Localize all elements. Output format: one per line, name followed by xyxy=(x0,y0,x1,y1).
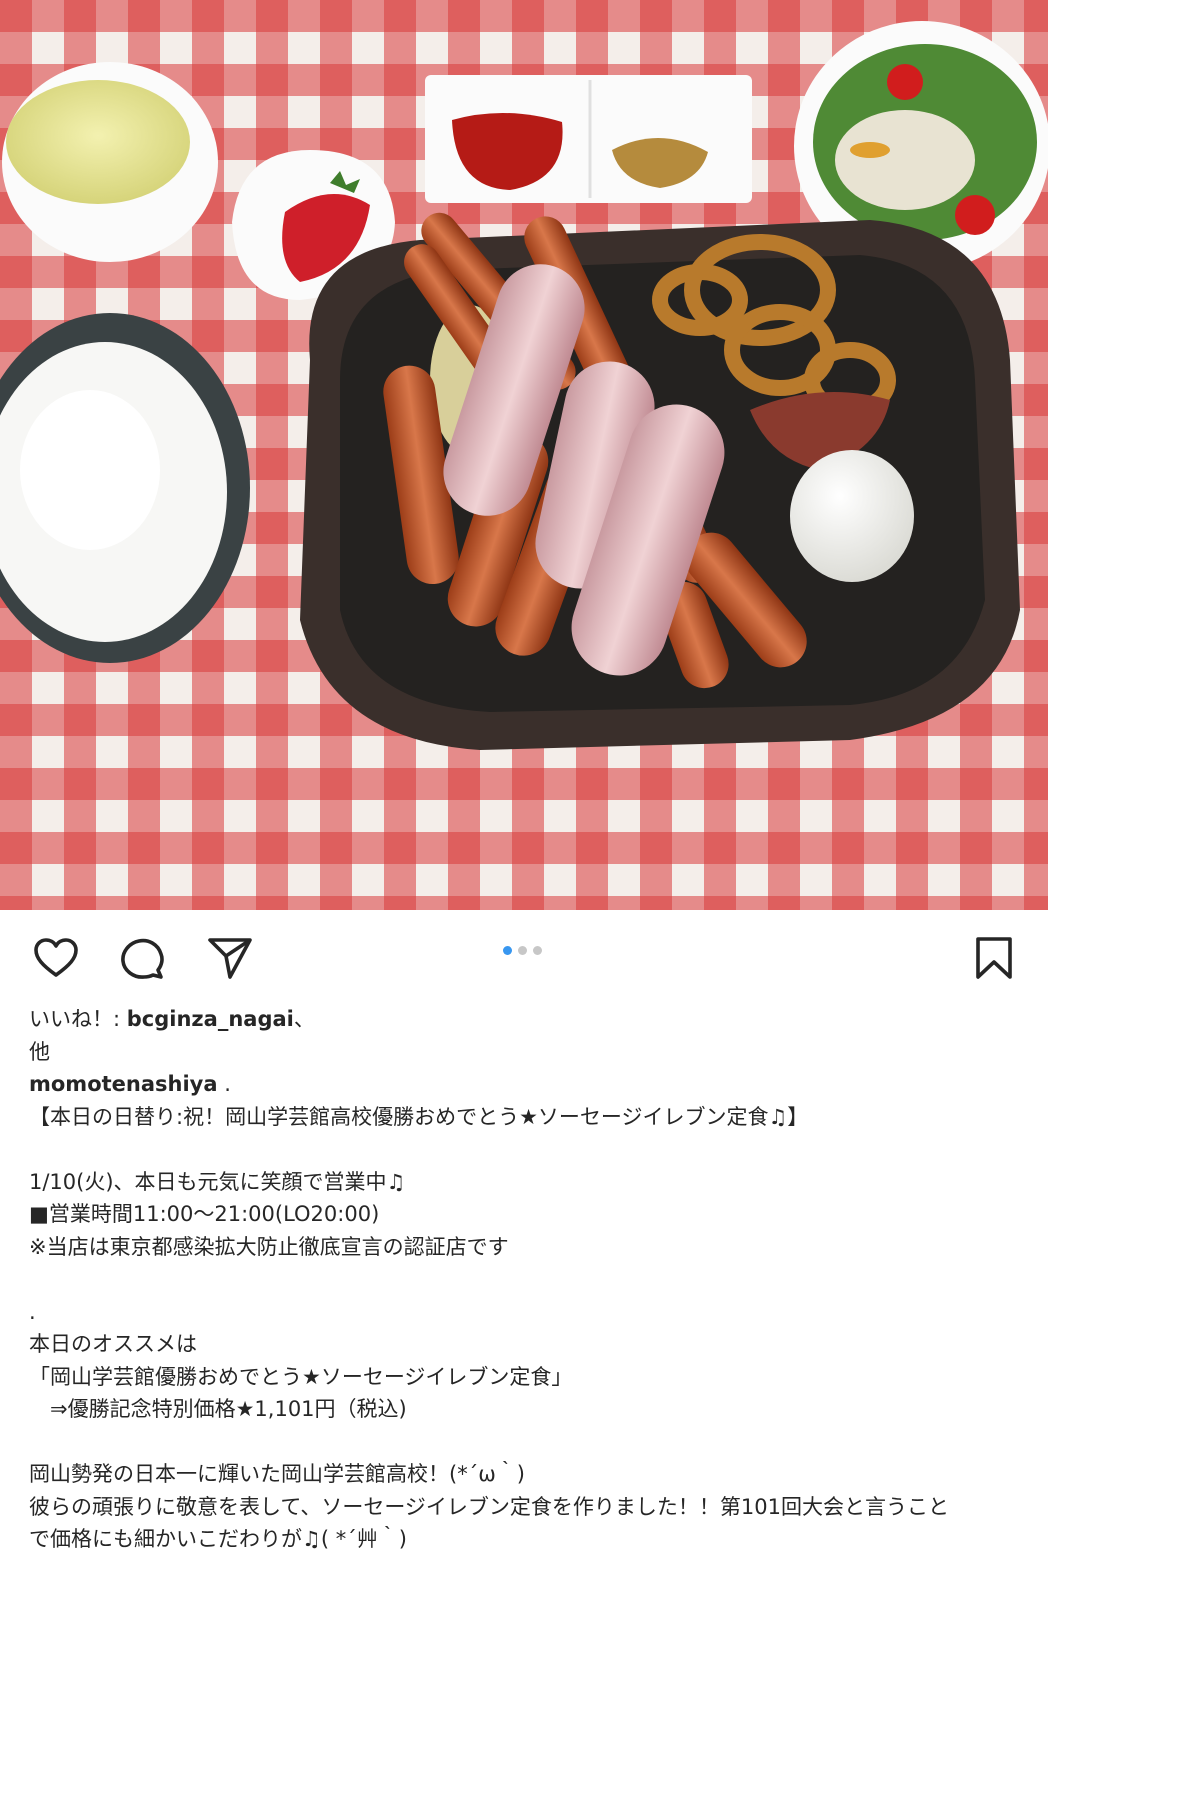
instagram-post: いいね！: bcginza_nagai、 他 momotenashiya . 【… xyxy=(0,0,1048,1568)
bookmark-icon[interactable] xyxy=(970,934,1018,982)
caption-line: . xyxy=(29,1299,36,1324)
caption-line xyxy=(29,1133,1029,1166)
likes-prefix: いいね！: xyxy=(29,1007,127,1031)
carousel-dot xyxy=(533,946,542,955)
caption-line: 【本日の日替り:祝！岡山学芸館高校優勝おめでとう★ソーセージイレブン定食♫】 xyxy=(29,1104,809,1129)
paper-plane-icon[interactable] xyxy=(206,934,254,982)
comment-bubble-icon[interactable] xyxy=(118,934,166,982)
sauce-tray xyxy=(425,75,752,203)
caption-line: 彼らの頑張りに敬意を表して、ソーセージイレブン定食を作りました！！第101回大会… xyxy=(29,1494,949,1519)
caption-area: いいね！: bcginza_nagai、 他 momotenashiya . 【… xyxy=(29,1003,1029,1556)
caption-line: ⇒優勝記念特別価格★1,101円（税込) xyxy=(29,1397,407,1421)
carousel-dot xyxy=(518,946,527,955)
food-photo-image xyxy=(0,0,1048,910)
post-username[interactable]: momotenashiya xyxy=(29,1072,218,1096)
likes-line: いいね！: bcginza_nagai、 xyxy=(29,1003,1029,1036)
carousel-dot xyxy=(503,946,512,955)
caption-line: ※当店は東京都感染拡大防止徹底宣言の認証店です xyxy=(29,1234,509,1259)
post-photo[interactable] xyxy=(0,0,1048,910)
caption-header: momotenashiya . xyxy=(29,1068,1029,1101)
liked-by-username[interactable]: bcginza_nagai xyxy=(127,1007,294,1031)
caption-line: 1/10(火)、本日も元気に笑顔で営業中♫ xyxy=(29,1169,406,1194)
caption-line: 本日のオススメは xyxy=(29,1332,197,1356)
caption-line: ■営業時間11:00〜21:00(LO20:00) xyxy=(29,1202,380,1226)
caption-line xyxy=(29,1263,1029,1296)
likes-others[interactable]: 他 xyxy=(29,1036,1029,1069)
caption-line: で価格にも細かいこだわりが♫( *´艸｀) xyxy=(29,1527,407,1551)
boiled-egg xyxy=(790,450,914,582)
caption-line: 岡山勢発の日本一に輝いた岡山学芸館高校！(*´ω｀) xyxy=(29,1462,525,1486)
carousel-indicator xyxy=(503,946,542,956)
caption-line: 「岡山学芸館優勝おめでとう★ソーセージイレブン定食」 xyxy=(29,1364,573,1389)
username-suffix: . xyxy=(217,1072,231,1096)
caption-body: 【本日の日替り:祝！岡山学芸館高校優勝おめでとう★ソーセージイレブン定食♫】 1/… xyxy=(29,1101,1029,1556)
soup-cup xyxy=(2,62,218,262)
caption-line xyxy=(29,1426,1029,1459)
heart-icon[interactable] xyxy=(32,934,80,982)
likes-suffix: 、 xyxy=(293,1007,315,1031)
